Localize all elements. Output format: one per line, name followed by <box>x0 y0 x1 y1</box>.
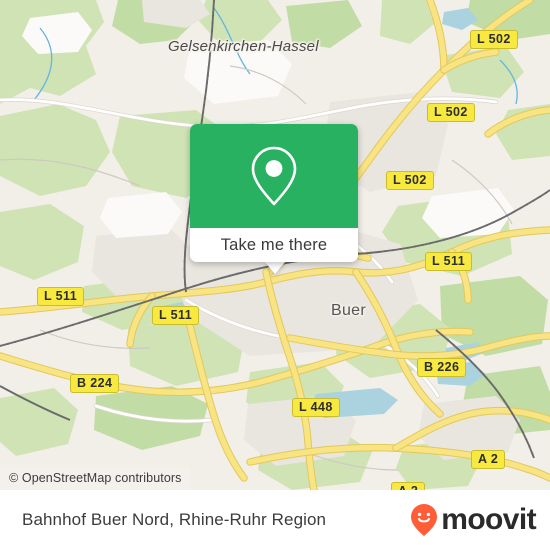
road-shield: L 511 <box>152 306 200 325</box>
callout-pointer <box>264 261 286 274</box>
road-shield: B 224 <box>70 374 120 393</box>
road-shield: L 448 <box>292 398 340 417</box>
footer-bar: Bahnhof Buer Nord, Rhine-Ruhr Region moo… <box>0 490 550 550</box>
road-shield: A 2 <box>471 450 506 469</box>
moovit-map-screenshot: .g { fill:#cfe3b4; } .gd { fill:#c2dca6;… <box>0 0 550 550</box>
road-shield: L 502 <box>470 30 518 49</box>
road-shield: L 502 <box>386 171 434 190</box>
callout-header <box>190 124 358 228</box>
map-attribution[interactable]: © OpenStreetMap contributors <box>0 467 190 490</box>
callout-action[interactable]: Take me there <box>190 228 358 262</box>
moovit-wordmark: moovit <box>441 503 536 536</box>
moovit-pin-smiley-icon <box>411 504 438 536</box>
location-title: Bahnhof Buer Nord, Rhine-Ruhr Region <box>22 510 327 529</box>
road-shield: B 226 <box>417 358 467 377</box>
place-label-town: Gelsenkirchen-Hassel <box>168 38 319 55</box>
map-pin-icon <box>251 146 297 206</box>
road-shield: A 2 <box>391 482 426 490</box>
road-shield: L 502 <box>427 103 475 122</box>
take-me-there-callout[interactable]: Take me there <box>190 124 358 262</box>
moovit-logo[interactable]: moovit <box>409 503 537 537</box>
place-label-city: Buer <box>331 302 366 319</box>
take-me-there-label: Take me there <box>220 235 328 254</box>
road-shield: L 511 <box>425 252 473 271</box>
road-shield: L 511 <box>37 287 85 306</box>
